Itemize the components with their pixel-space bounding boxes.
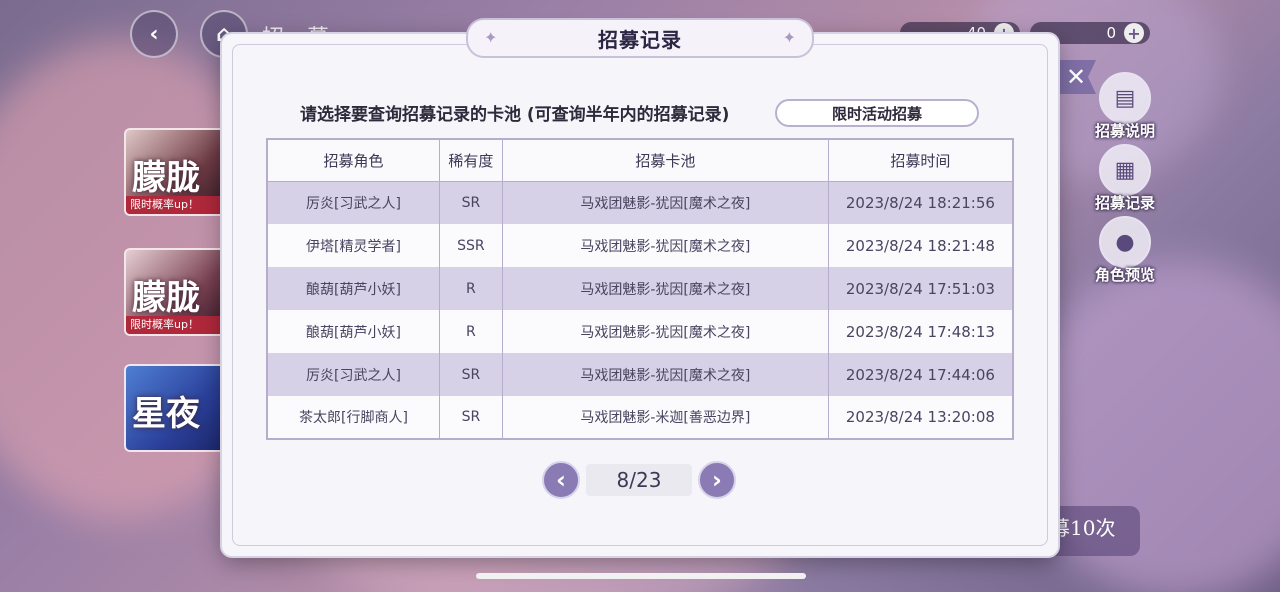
pool-select-prompt: 请选择要查询招募记录的卡池 (可查询半年内的招募记录): [300, 105, 730, 125]
table-row: 厉炎[习武之人] SR 马戏团魅影-犹因[魔术之夜] 2023/8/24 18:…: [267, 181, 1013, 224]
currency-value: 0: [1106, 24, 1116, 42]
cell-rarity: SSR: [439, 224, 503, 267]
cell-character: 厉炎[习武之人]: [267, 353, 440, 396]
cell-rarity: R: [439, 267, 503, 310]
cell-rarity: SR: [439, 353, 503, 396]
document-icon: ▤: [1099, 72, 1151, 124]
cell-character: 茶太郎[行脚商人]: [267, 396, 440, 439]
page-indicator: 8/23: [586, 464, 692, 496]
sparkle-icon: ✦: [782, 28, 796, 47]
cell-time: 2023/8/24 18:21:48: [828, 224, 1013, 267]
side-button-label: 角色预览: [1094, 266, 1155, 284]
cell-pool: 马戏团魅影-米迦[善恶边界]: [502, 396, 829, 439]
cell-pool: 马戏团魅影-犹因[魔术之夜]: [502, 267, 829, 310]
banner-tag: 限时概率up！: [126, 316, 232, 334]
pool-banner[interactable]: 星夜: [124, 364, 234, 452]
cell-time: 2023/8/24 18:21:56: [828, 181, 1013, 224]
sparkle-icon: ✦: [484, 28, 498, 47]
cell-time: 2023/8/24 17:51:03: [828, 267, 1013, 310]
records-table: 招募角色 稀有度 招募卡池 招募时间 厉炎[习武之人] SR 马戏团魅影-犹因[…: [266, 138, 1014, 440]
cell-pool: 马戏团魅影-犹因[魔术之夜]: [502, 181, 829, 224]
cell-rarity: SR: [439, 181, 503, 224]
banner-title: 朦胧: [132, 278, 200, 318]
pagination: ‹ 8/23 ›: [542, 460, 736, 500]
cards-icon: ▦: [1099, 144, 1151, 196]
banner-title: 朦胧: [132, 158, 200, 198]
recruit-record-dialog: ✦ 招募记录 ✦ 请选择要查询招募记录的卡池 (可查询半年内的招募记录) 限时活…: [222, 18, 1058, 556]
table-header-row: 招募角色 稀有度 招募卡池 招募时间: [267, 139, 1013, 182]
cell-time: 2023/8/24 13:20:08: [828, 396, 1013, 439]
recruit-info-button[interactable]: ▤ 招募说明: [1092, 72, 1158, 141]
cell-character: 酿葫[葫芦小妖]: [267, 310, 440, 353]
cell-time: 2023/8/24 17:48:13: [828, 310, 1013, 353]
column-header: 招募角色: [267, 139, 440, 182]
banner-tag: 限时概率up！: [126, 196, 232, 214]
column-header: 招募时间: [828, 139, 1013, 182]
pool-select-button[interactable]: 限时活动招募: [775, 99, 979, 127]
dialog-title: 招募记录: [598, 27, 682, 52]
column-header: 招募卡池: [502, 139, 829, 182]
prev-page-button[interactable]: ‹: [542, 461, 580, 499]
chevron-left-icon: ‹: [556, 466, 566, 494]
cell-pool: 马戏团魅影-犹因[魔术之夜]: [502, 353, 829, 396]
recruit-record-button[interactable]: ▦ 招募记录: [1092, 144, 1158, 213]
cell-character: 厉炎[习武之人]: [267, 181, 440, 224]
table-row: 茶太郎[行脚商人] SR 马戏团魅影-米迦[善恶边界] 2023/8/24 13…: [267, 396, 1013, 439]
chevron-right-icon: ›: [712, 466, 722, 494]
table-row: 伊塔[精灵学者] SSR 马戏团魅影-犹因[魔术之夜] 2023/8/24 18…: [267, 224, 1013, 267]
plus-icon[interactable]: +: [1124, 23, 1144, 43]
back-button[interactable]: ‹: [130, 10, 178, 58]
pool-banner[interactable]: 朦胧 限时概率up！: [124, 128, 234, 216]
cell-rarity: R: [439, 310, 503, 353]
side-button-label: 招募说明: [1094, 122, 1155, 140]
person-icon: ●: [1099, 216, 1151, 268]
character-preview-button[interactable]: ● 角色预览: [1092, 216, 1158, 285]
dialog-title-tab: ✦ 招募记录 ✦: [466, 18, 814, 58]
table-row: 厉炎[习武之人] SR 马戏团魅影-犹因[魔术之夜] 2023/8/24 17:…: [267, 353, 1013, 396]
cell-rarity: SR: [439, 396, 503, 439]
cell-time: 2023/8/24 17:44:06: [828, 353, 1013, 396]
next-page-button[interactable]: ›: [698, 461, 736, 499]
pool-banner[interactable]: 朦胧 限时概率up！: [124, 248, 234, 336]
table-row: 酿葫[葫芦小妖] R 马戏团魅影-犹因[魔术之夜] 2023/8/24 17:4…: [267, 310, 1013, 353]
home-indicator-bar[interactable]: [476, 573, 806, 579]
table-row: 酿葫[葫芦小妖] R 马戏团魅影-犹因[魔术之夜] 2023/8/24 17:5…: [267, 267, 1013, 310]
cell-pool: 马戏团魅影-犹因[魔术之夜]: [502, 310, 829, 353]
banner-title: 星夜: [132, 394, 200, 434]
column-header: 稀有度: [439, 139, 503, 182]
close-icon: ✕: [1065, 63, 1087, 91]
back-arrow-icon: ‹: [149, 21, 159, 47]
cell-character: 伊塔[精灵学者]: [267, 224, 440, 267]
cell-pool: 马戏团魅影-犹因[魔术之夜]: [502, 224, 829, 267]
cell-character: 酿葫[葫芦小妖]: [267, 267, 440, 310]
side-button-label: 招募记录: [1094, 194, 1155, 212]
